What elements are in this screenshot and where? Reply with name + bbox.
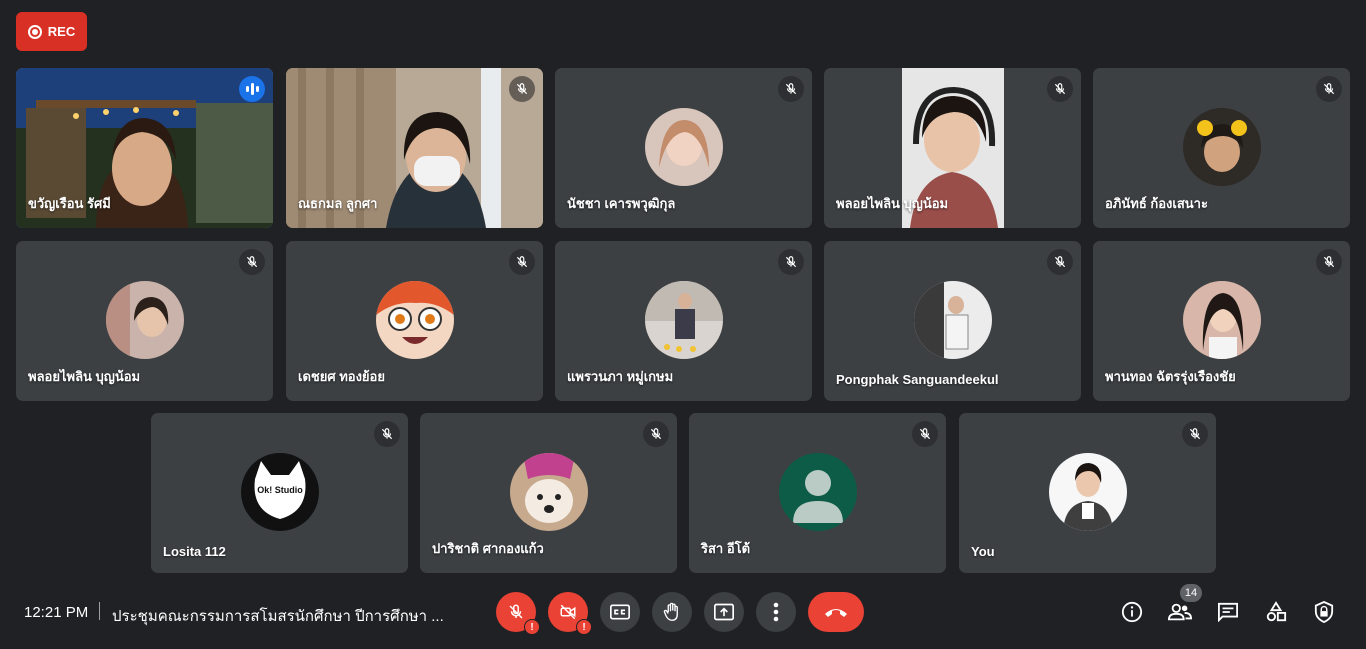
control-bar: 12:21 PM ประชุมคณะกรรมการสโมสรนักศึกษา ป… (0, 578, 1366, 649)
closed-captions-icon (610, 604, 630, 620)
warning-icon: ! (524, 619, 540, 635)
host-controls-button[interactable] (1310, 598, 1338, 626)
mic-off-icon (374, 421, 400, 447)
present-screen-button[interactable] (704, 592, 744, 632)
record-icon (27, 24, 42, 39)
shapes-icon (1266, 601, 1287, 622)
participant-name: You (971, 544, 995, 559)
shield-lock-icon (1314, 601, 1334, 623)
participant-tile[interactable]: พลอยไพลิน บุญน้อม (16, 241, 273, 401)
participant-tile[interactable]: เดชยศ ทองย้อย (286, 241, 543, 401)
recording-label: REC (47, 24, 76, 39)
participant-tile[interactable]: ณธกมล ลูกศา (286, 68, 543, 228)
participant-name: Losita 112 (163, 544, 226, 559)
captions-button[interactable] (600, 592, 640, 632)
mic-off-icon (1047, 249, 1073, 275)
leave-call-button[interactable] (808, 592, 864, 632)
participant-avatar (1048, 453, 1127, 531)
participant-tile[interactable]: You (959, 413, 1216, 573)
mic-off-icon (1047, 76, 1073, 102)
chat-icon (1218, 602, 1238, 622)
warning-icon: ! (576, 619, 592, 635)
chat-button[interactable] (1214, 598, 1242, 626)
toggle-camera-button[interactable]: ! (548, 592, 592, 635)
mic-off-icon (509, 604, 523, 619)
participant-count-badge: 14 (1180, 584, 1202, 602)
camera-off-icon (560, 604, 576, 620)
meeting-time: 12:21 PM (24, 604, 89, 621)
participant-tile[interactable]: พลอยไพลิน บุญน้อม (824, 68, 1081, 228)
hand-icon (663, 602, 678, 621)
mic-off-icon (509, 76, 535, 102)
mic-off-icon (643, 421, 669, 447)
recording-indicator: REC (16, 12, 87, 51)
participant-avatar (509, 453, 588, 531)
participant-tile[interactable]: ขวัญเรือน รัศมี (16, 68, 273, 228)
participant-avatar (644, 108, 723, 186)
participant-avatar (375, 281, 454, 359)
participant-name: Pongphak Sanguandeekul (836, 372, 999, 387)
speaking-indicator (239, 76, 265, 102)
participant-avatar (778, 453, 857, 531)
mic-off-icon (912, 421, 938, 447)
participant-tile[interactable]: ปาริชาติ ศากองแก้ว (420, 413, 677, 573)
participant-name: นัชชา เคารพวุฒิกุล (567, 196, 676, 211)
divider (99, 602, 100, 620)
participant-name: เดชยศ ทองย้อย (298, 369, 385, 384)
meeting-title: ประชุมคณะกรรมการสโมสรนักศึกษา ปีการศึกษา… (112, 608, 444, 625)
participant-name: แพรวนภา หมู่เกษม (567, 369, 674, 384)
raise-hand-button[interactable] (652, 592, 692, 632)
mic-off-icon (239, 249, 265, 275)
participant-avatar (1182, 281, 1261, 359)
participant-tile[interactable]: อภินัทธ์ ก้องเสนาะ (1093, 68, 1350, 228)
participant-name: ณธกมล ลูกศา (298, 196, 378, 211)
participant-avatar (644, 281, 723, 359)
meeting-details-button[interactable] (1118, 598, 1146, 626)
people-icon (1168, 603, 1192, 621)
participant-name: พลอยไพลิน บุญน้อม (836, 196, 949, 211)
mic-off-icon (1316, 249, 1342, 275)
mic-off-icon (778, 249, 804, 275)
participant-tile[interactable]: พานทอง ฉัตรรุ่งเรืองชัย (1093, 241, 1350, 401)
participant-name: ปาริชาติ ศากองแก้ว (432, 541, 544, 556)
participant-tile[interactable]: Ok! Studio Losita 112 (151, 413, 408, 573)
mic-off-icon (778, 76, 804, 102)
people-button[interactable] (1166, 598, 1194, 626)
toggle-mic-button[interactable]: ! (496, 592, 540, 635)
more-options-button[interactable] (756, 592, 796, 632)
activities-button[interactable] (1262, 598, 1290, 626)
participant-name: ขวัญเรือน รัศมี (28, 196, 111, 211)
hang-up-icon (825, 609, 847, 617)
participant-tile[interactable]: ริสา อีโต้ (689, 413, 946, 573)
info-icon (1121, 601, 1143, 623)
participant-avatar (913, 281, 992, 359)
participant-name: พานทอง ฉัตรรุ่งเรืองชัย (1105, 369, 1236, 384)
logo-text: Ok! Studio (257, 485, 303, 495)
participant-name: พลอยไพลิน บุญน้อม (28, 369, 141, 384)
participant-tile[interactable]: Pongphak Sanguandeekul (824, 241, 1081, 401)
participant-name: ริสา อีโต้ (701, 541, 751, 556)
participant-tile[interactable]: นัชชา เคารพวุฒิกุล (555, 68, 812, 228)
participant-avatar (1182, 108, 1261, 186)
present-icon (714, 603, 734, 621)
more-vert-icon (773, 602, 779, 622)
mic-off-icon (1182, 421, 1208, 447)
participant-name: อภินัทธ์ ก้องเสนาะ (1105, 196, 1208, 211)
participant-tile[interactable]: แพรวนภา หมู่เกษม (555, 241, 812, 401)
mic-off-icon (509, 249, 535, 275)
participant-avatar: Ok! Studio (240, 453, 319, 531)
participant-avatar (105, 281, 184, 359)
mic-off-icon (1316, 76, 1342, 102)
